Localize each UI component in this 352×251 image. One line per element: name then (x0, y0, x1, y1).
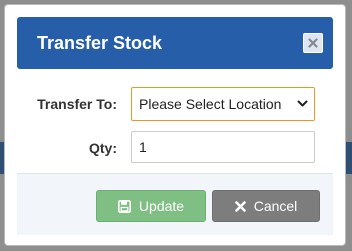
transfer-stock-modal: Transfer Stock Transfer To: Please Selec… (4, 4, 346, 246)
qty-label: Qty: (89, 140, 117, 156)
cancel-button-label: Cancel (253, 198, 298, 214)
location-select-value: Please Select Location (139, 96, 282, 112)
close-icon (308, 38, 318, 48)
cancel-button[interactable]: Cancel (212, 190, 320, 222)
location-select[interactable]: Please Select Location (131, 87, 315, 121)
x-icon (234, 200, 246, 212)
close-button[interactable] (303, 33, 323, 53)
chevron-down-icon (297, 100, 308, 107)
update-button-label: Update (138, 198, 185, 214)
qty-row: Qty: (5, 131, 345, 165)
modal-footer: Update Cancel (17, 173, 333, 235)
transfer-to-row: Transfer To: Please Select Location (5, 87, 345, 121)
floppy-disk-icon (117, 199, 131, 213)
modal-header: Transfer Stock (17, 17, 333, 69)
transfer-to-label: Transfer To: (37, 96, 117, 112)
qty-input[interactable] (131, 131, 315, 163)
modal-title: Transfer Stock (37, 33, 163, 53)
update-button[interactable]: Update (96, 190, 206, 222)
